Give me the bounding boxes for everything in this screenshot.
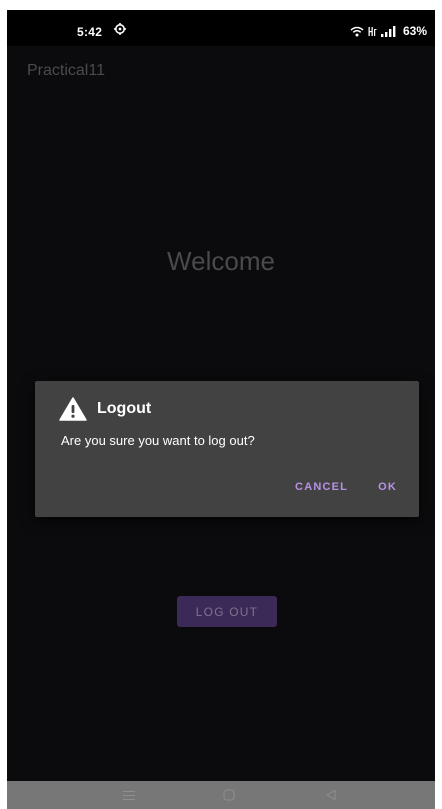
ok-button[interactable]: OK	[378, 481, 397, 493]
dialog-header: Logout	[59, 397, 151, 421]
status-time: 5:42	[77, 25, 103, 39]
back-icon[interactable]	[325, 789, 337, 801]
dialog-message: Are you sure you want to log out?	[61, 433, 255, 448]
dialog-title: Logout	[97, 400, 152, 417]
cancel-button[interactable]: CANCEL	[295, 481, 348, 493]
logout-button[interactable]: LOG OUT	[177, 596, 277, 627]
welcome-text: Welcome	[167, 246, 275, 276]
status-bar: 5:42 63%	[7, 10, 435, 46]
wifi-icon	[350, 26, 364, 36]
home-icon[interactable]	[223, 789, 235, 801]
logout-dialog: Logout Are you sure you want to log out?…	[35, 381, 419, 517]
dialog-actions: CANCEL OK	[295, 481, 397, 493]
warning-icon	[59, 397, 87, 421]
hd-icon	[368, 26, 377, 36]
phone-screen: 5:42 63% Practical11 Welcome LOG OUT Log…	[7, 10, 435, 809]
battery-percentage: 63%	[402, 24, 427, 38]
navigation-bar	[7, 781, 435, 809]
app-title: Practical11	[27, 62, 105, 79]
status-indicators: 63%	[350, 24, 427, 38]
settings-icon	[114, 23, 126, 35]
menu-icon[interactable]	[123, 789, 135, 801]
signal-icon	[380, 25, 396, 37]
main-content: Practical11 Welcome LOG OUT Logout Are y…	[7, 46, 435, 781]
